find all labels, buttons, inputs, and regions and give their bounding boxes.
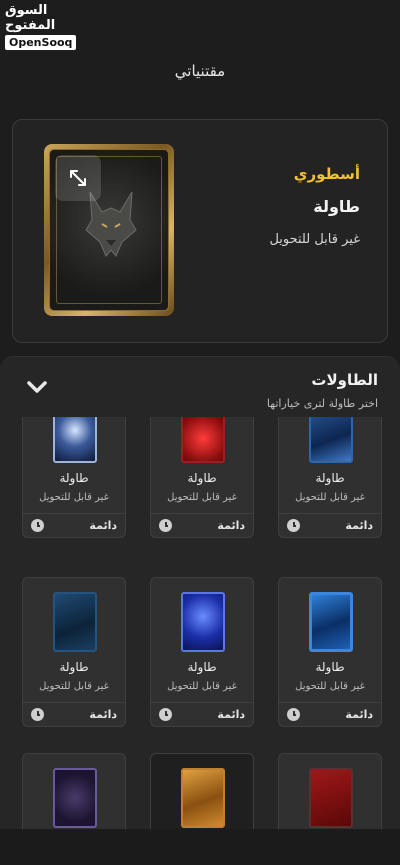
opensooq-watermark: السوق المفتوح OpenSooq [5,3,79,50]
table-thumbnail [309,592,353,652]
table-thumbnail [181,592,225,652]
table-thumbnail [181,768,225,828]
table-item-duration: دائمة [89,708,117,721]
table-item-name: طاولة [315,471,345,485]
clock-icon [159,708,172,721]
table-item-name: طاولة [59,660,89,674]
clock-icon [159,519,172,532]
table-item[interactable]: طاولة غير قابل للتحويل دائمة [278,577,382,727]
table-item-transfer: غير قابل للتحويل [295,681,365,692]
featured-item-card: أسطوري طاولة غير قابل للتحويل [12,119,388,343]
table-item-duration: دائمة [217,708,245,721]
clock-icon [287,708,300,721]
table-item-duration: دائمة [89,519,117,532]
table-thumbnail [309,768,353,828]
tables-subtitle: اختر طاولة لترى خياراتها [266,397,378,410]
table-item[interactable]: طاولة غير قابل للتحويل دائمة [22,577,126,727]
watermark-arabic: السوق المفتوح [5,3,56,33]
watermark-english: OpenSooq [5,35,77,50]
table-item-duration: دائمة [345,708,373,721]
tables-panel: طاولة غير قابل للتحويل دائمة طاولة غير ق… [0,356,400,865]
table-item-transfer: غير قابل للتحويل [167,492,237,503]
table-item-duration: دائمة [217,519,245,532]
table-item-transfer: غير قابل للتحويل [167,681,237,692]
table-item-name: طاولة [187,660,217,674]
featured-transfer-status: غير قابل للتحويل [269,232,360,247]
featured-card-image [44,144,174,316]
page-title: مقتنياتي [174,62,226,80]
table-thumbnail [53,592,97,652]
table-item-transfer: غير قابل للتحويل [295,492,365,503]
bottom-bar [0,829,400,865]
tables-grid: طاولة غير قابل للتحويل دائمة طاولة غير ق… [0,357,400,865]
table-item-name: طاولة [187,471,217,485]
clock-icon [31,708,44,721]
tables-title: الطاولات [311,371,378,389]
table-thumbnail [53,768,97,828]
tables-panel-header: الطاولات اختر طاولة لترى خياراتها [0,357,400,417]
clock-icon [287,519,300,532]
expand-button[interactable] [55,155,101,201]
table-item-name: طاولة [315,660,345,674]
chevron-down-icon[interactable] [26,379,48,395]
table-item-name: طاولة [59,471,89,485]
expand-icon [70,170,86,186]
table-item-duration: دائمة [345,519,373,532]
table-item-transfer: غير قابل للتحويل [39,492,109,503]
table-item-transfer: غير قابل للتحويل [39,681,109,692]
table-item[interactable]: طاولة غير قابل للتحويل دائمة [150,577,254,727]
clock-icon [31,519,44,532]
rarity-label: أسطوري [293,165,360,183]
featured-item-name: طاولة [313,197,360,216]
